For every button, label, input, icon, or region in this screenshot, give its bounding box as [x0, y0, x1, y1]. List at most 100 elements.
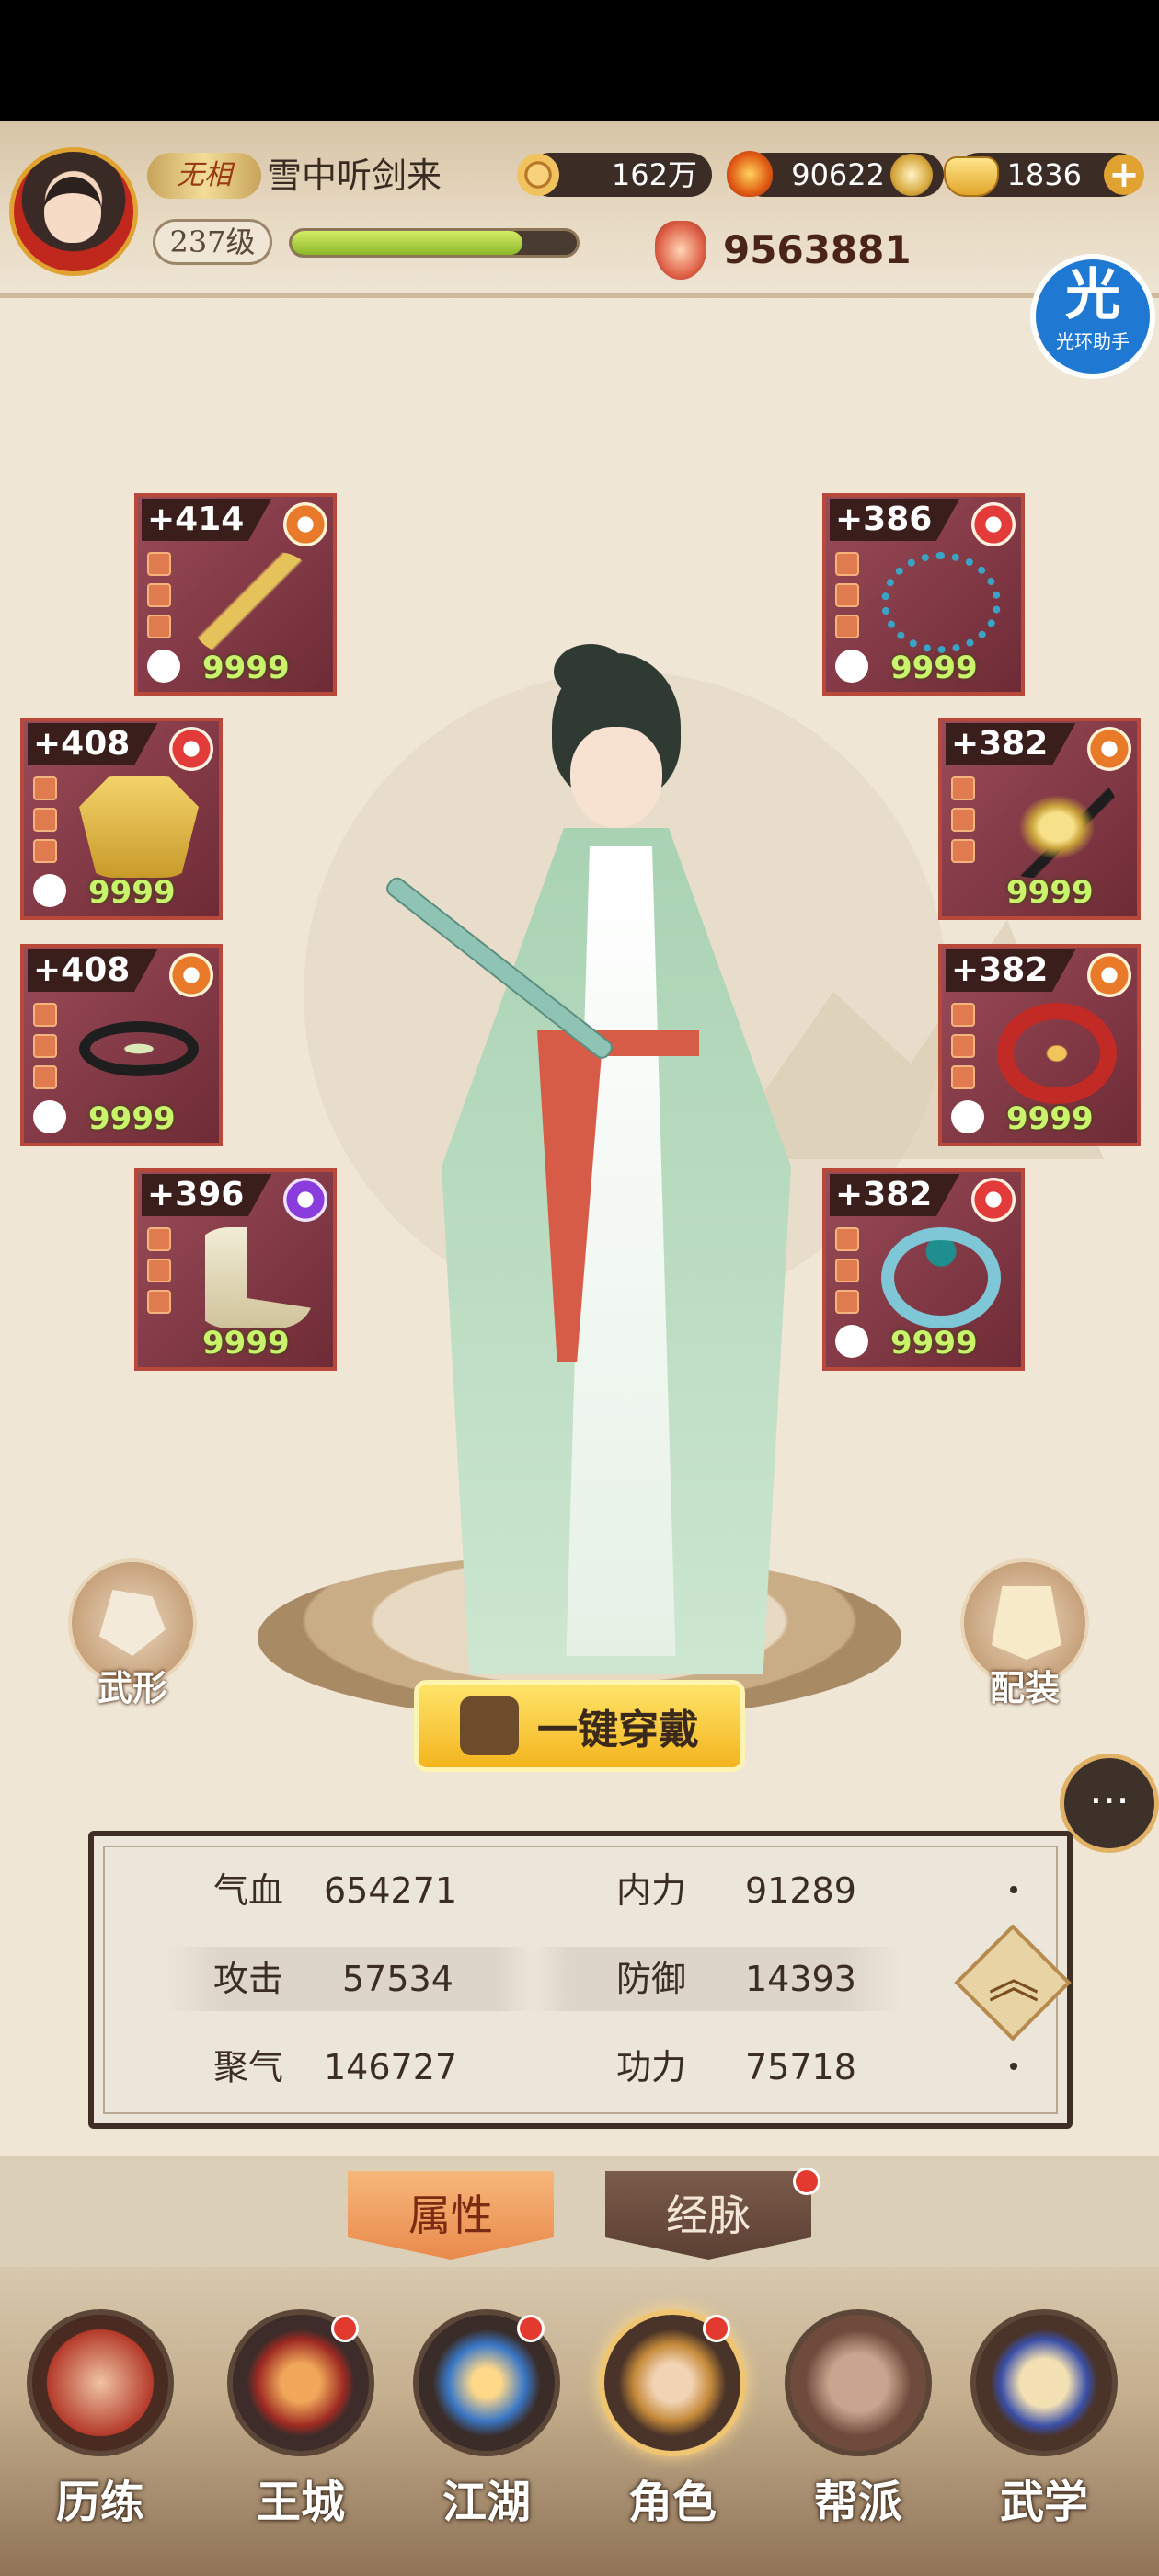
nav-label: 王城	[256, 2477, 345, 2528]
boots-icon	[205, 1227, 313, 1328]
equip-level: +386	[830, 499, 960, 541]
add-gold-button[interactable]: +	[1104, 155, 1144, 195]
equip-level: +396	[142, 1174, 272, 1216]
refine-pips	[33, 1003, 59, 1097]
player-header	[0, 121, 1159, 305]
nav-label: 武学	[999, 2477, 1088, 2528]
quality-badge-icon	[1087, 727, 1131, 771]
appearance-label: 武形	[97, 1667, 167, 1708]
scroll-dot-top	[1010, 1886, 1017, 1893]
refine-pips	[147, 1227, 173, 1321]
xp-bar-fill	[292, 231, 523, 255]
helper-label: 光环助手	[1056, 330, 1130, 352]
stat-row: 聚气 146727 功力 75718	[166, 2035, 901, 2099]
avatar-face	[44, 177, 101, 243]
stat-value: 75718	[745, 2047, 856, 2087]
necklace-icon	[881, 552, 1001, 653]
equip-count: 9999	[890, 1325, 978, 1362]
refine-pips	[147, 552, 173, 646]
equip-count: 9999	[1006, 874, 1094, 911]
notification-dot	[517, 2315, 545, 2342]
equip-slot-boots[interactable]: +396 9999	[134, 1168, 337, 1371]
notification-dot	[703, 2315, 730, 2342]
armor-icon	[992, 1586, 1061, 1660]
stat-label: 内力	[616, 1870, 687, 1911]
equip-slot-necklace[interactable]: +386 9999	[822, 493, 1025, 696]
stat-value: 146727	[324, 2047, 458, 2087]
equip-count: 9999	[88, 1100, 176, 1137]
equip-count: 9999	[890, 650, 978, 686]
character-belt	[543, 1030, 699, 1056]
stat-label: 攻击	[213, 1959, 284, 1999]
nav-royal-city[interactable]: 王城	[213, 2309, 388, 2548]
flame-currency-icon	[727, 151, 773, 197]
equip-slot-weapon[interactable]: +414 9999	[134, 493, 337, 696]
guild-emblem-icon	[785, 2309, 932, 2456]
refine-pips	[33, 776, 59, 870]
xp-bar	[289, 228, 580, 258]
notification-dot	[793, 2168, 820, 2195]
equip-slot-belt[interactable]: +408 9999	[20, 944, 223, 1146]
equip-level: +408	[28, 949, 158, 992]
chat-button[interactable]: ···	[1060, 1754, 1159, 1853]
equip-all-button[interactable]: 一键穿戴	[414, 1680, 745, 1772]
ring-icon	[881, 1227, 1001, 1328]
equip-slot-ring[interactable]: +382 9999	[822, 1168, 1025, 1371]
helper-icon: 光	[1065, 263, 1120, 328]
stat-row: 气血 654271 内力 91289	[166, 1858, 901, 1923]
equip-count: 9999	[202, 1325, 290, 1362]
copper-value: 162万	[611, 157, 697, 192]
nav-training[interactable]: 历练	[13, 2309, 188, 2548]
power-icon	[655, 221, 706, 280]
equip-slot-armor[interactable]: +408 9999	[20, 718, 223, 920]
stat-value: 91289	[745, 1870, 856, 1911]
quality-badge-icon	[169, 953, 213, 997]
lock-icon	[33, 1100, 66, 1133]
lock-icon	[33, 874, 66, 907]
nav-jianghu[interactable]: 江湖	[399, 2309, 574, 2548]
equip-level: +414	[142, 499, 272, 541]
stat-label: 聚气	[213, 2047, 284, 2087]
stat-label: 防御	[616, 1959, 687, 1999]
stat-row: 攻击 57534 防御 14393	[166, 1947, 901, 2011]
tab-bar	[0, 2156, 1159, 2267]
refine-pips	[835, 552, 861, 646]
equip-slot-bracer[interactable]: +382 9999	[938, 944, 1141, 1146]
sword-icon	[193, 552, 313, 653]
scroll-dot-bottom	[1010, 2063, 1017, 2070]
nav-label: 历练	[55, 2477, 144, 2528]
equip-level: +382	[830, 1174, 960, 1216]
nav-guild[interactable]: 帮派	[771, 2309, 946, 2548]
nav-martial-arts[interactable]: 武学	[957, 2309, 1131, 2548]
stat-label: 气血	[213, 1870, 284, 1911]
player-name: 雪中听剑来	[267, 155, 442, 196]
flame-value: 90622	[791, 157, 885, 192]
bracer-icon	[997, 1003, 1117, 1104]
equip-level: +408	[28, 723, 158, 765]
quality-badge-icon	[283, 502, 327, 546]
lock-icon	[147, 650, 180, 683]
helper-button[interactable]: 光 光环助手	[1030, 254, 1155, 379]
exchange-icon[interactable]	[890, 154, 933, 196]
refine-pips	[951, 1003, 977, 1097]
header-divider	[0, 293, 1159, 298]
refine-pips	[951, 776, 977, 870]
lock-icon	[835, 1325, 868, 1358]
equip-level: +382	[946, 949, 1076, 992]
equip-level: +382	[946, 723, 1076, 765]
character-hair-bun	[554, 644, 627, 699]
nav-label: 江湖	[442, 2477, 531, 2528]
lock-icon	[951, 1100, 984, 1133]
character-face	[570, 727, 662, 828]
appearance-icon	[99, 1590, 166, 1656]
quality-badge-icon	[971, 502, 1016, 546]
nav-character[interactable]: 角色	[585, 2309, 760, 2548]
quality-badge-icon	[1087, 953, 1131, 997]
equip-all-label: 一键穿戴	[537, 1707, 699, 1754]
status-bar-area	[0, 0, 1159, 121]
equip-slot-hairpin[interactable]: +382 9999	[938, 718, 1141, 920]
equip-count: 9999	[1006, 1100, 1094, 1137]
nav-label: 角色	[627, 2477, 717, 2528]
equip-all-icon	[460, 1696, 519, 1755]
stat-value: 57534	[342, 1959, 453, 1999]
